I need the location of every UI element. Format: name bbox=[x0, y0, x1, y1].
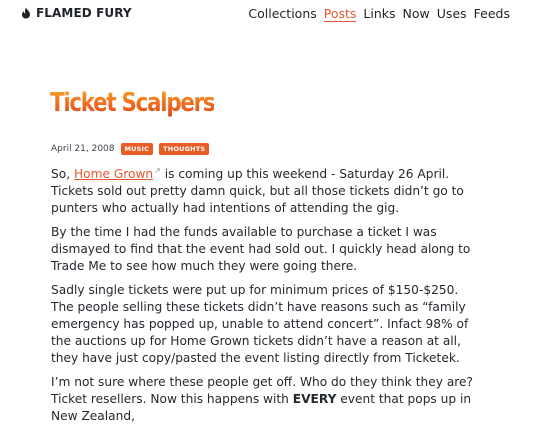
tag-thoughts[interactable]: THOUGHTS bbox=[159, 143, 210, 155]
p4-emphasis: EVERY bbox=[292, 392, 337, 407]
main-nav: Collections Posts Links Now Uses Feeds bbox=[248, 6, 510, 22]
nav-posts[interactable]: Posts bbox=[323, 6, 357, 22]
nav-links[interactable]: Links bbox=[363, 6, 395, 22]
paragraph-4: I’m not sure where these people get off.… bbox=[51, 374, 481, 425]
post-meta: April 21, 2008 MUSIC THOUGHTS bbox=[51, 143, 210, 155]
nav-now[interactable]: Now bbox=[403, 6, 430, 22]
post-date: April 21, 2008 bbox=[51, 144, 115, 154]
nav-collections[interactable]: Collections bbox=[248, 6, 316, 22]
post-title: Ticket Scalpers bbox=[50, 88, 216, 118]
paragraph-2: By the time I had the funds available to… bbox=[51, 225, 471, 274]
brand-name: FLAMED FURY bbox=[36, 6, 132, 20]
flame-icon bbox=[20, 7, 32, 19]
p1-text-start: So, bbox=[51, 167, 74, 182]
nav-uses[interactable]: Uses bbox=[437, 6, 467, 22]
home-grown-link[interactable]: Home Grown bbox=[74, 167, 153, 181]
paragraph-3: Sadly single tickets were put up for min… bbox=[51, 283, 469, 366]
external-link-icon: ↗ bbox=[154, 166, 161, 175]
site-header: FLAMED FURY Collections Posts Links Now … bbox=[0, 0, 540, 28]
paragraph-1: So, Home Grown↗ is coming up this weeken… bbox=[51, 162, 481, 217]
tag-music[interactable]: MUSIC bbox=[120, 143, 154, 155]
nav-feeds[interactable]: Feeds bbox=[474, 6, 510, 22]
post-body: So, Home Grown↗ is coming up this weeken… bbox=[51, 162, 481, 432]
brand-logo[interactable]: FLAMED FURY bbox=[20, 6, 132, 20]
